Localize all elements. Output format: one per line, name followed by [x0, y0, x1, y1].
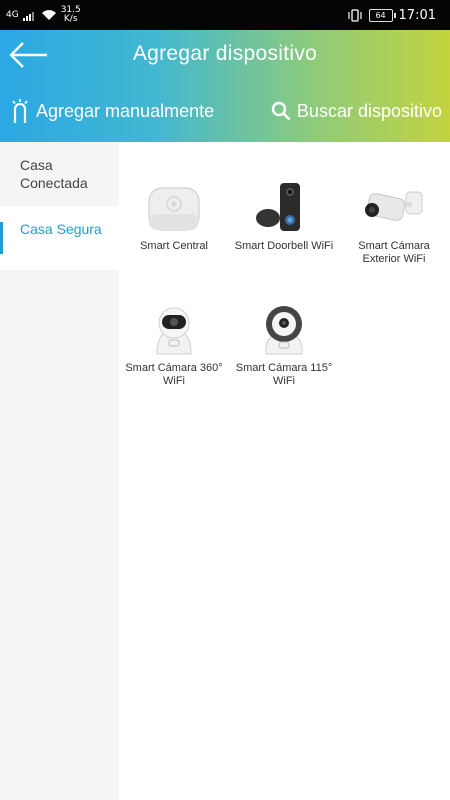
search-device-label: Buscar dispositivo	[296, 100, 442, 121]
clock: 17:01	[398, 7, 436, 23]
sidebar-item-label: Casa Segura	[20, 221, 102, 237]
doorbell-icon	[256, 183, 300, 231]
action-bar: Agregar manualmente Buscar dispositivo	[0, 96, 450, 126]
wifi-icon	[41, 10, 56, 20]
signal-icon	[22, 11, 34, 21]
device-smart-doorbell[interactable]: Smart Doorbell WiFi	[229, 170, 339, 253]
net-speed: 31.5 K/s	[61, 6, 81, 24]
status-bar: 4G 31.5 K/s 64 17:01	[0, 0, 450, 30]
device-smart-camara-exterior[interactable]: Smart Cámara Exterior WiFi	[339, 170, 449, 266]
battery-icon: 64	[368, 8, 396, 22]
device-label: Smart Cámara Exterior WiFi	[358, 240, 430, 265]
sidebar-item-label: Casa Conectada	[20, 157, 88, 191]
header: Agregar dispositivo Agregar manualmente …	[0, 30, 450, 142]
sidebar-item-casa-segura[interactable]: Casa Segura	[0, 206, 119, 270]
search-icon	[271, 101, 291, 121]
touch-icon	[12, 99, 28, 123]
device-smart-central[interactable]: Smart Central	[119, 170, 229, 253]
device-label: Smart Cámara 115° WiFi	[235, 362, 333, 387]
sidebar-item-casa-conectada[interactable]: Casa Conectada	[0, 142, 119, 206]
vibrate-icon	[347, 8, 362, 22]
outdoor-camera-icon	[365, 191, 423, 221]
hub-device-icon	[148, 187, 200, 231]
network-type: 4G	[6, 9, 19, 20]
device-label: Smart Central	[140, 240, 208, 252]
dome-camera-icon	[265, 306, 303, 355]
device-label: Smart Cámara 360° WiFi	[125, 362, 223, 387]
category-sidebar: Casa Conectada Casa Segura	[0, 142, 119, 800]
status-right: 64 17:01	[347, 0, 436, 30]
device-smart-camara-115[interactable]: Smart Cámara 115° WiFi	[229, 292, 339, 388]
battery-level: 64	[375, 10, 386, 20]
device-smart-camara-360[interactable]: Smart Cámara 360° WiFi	[119, 292, 229, 388]
device-label: Smart Doorbell WiFi	[234, 240, 334, 252]
device-grid: Smart Central Smart Doorbell WiFi Smart …	[119, 142, 450, 800]
status-left: 4G 31.5 K/s	[6, 4, 81, 26]
search-device-button[interactable]: Buscar dispositivo	[271, 96, 442, 126]
speed-unit: K/s	[63, 14, 78, 24]
pan-tilt-camera-icon	[156, 307, 192, 355]
add-manually-button[interactable]: Agregar manualmente	[10, 96, 214, 126]
page-title: Agregar dispositivo	[132, 42, 318, 65]
add-manually-label: Agregar manualmente	[36, 100, 215, 121]
